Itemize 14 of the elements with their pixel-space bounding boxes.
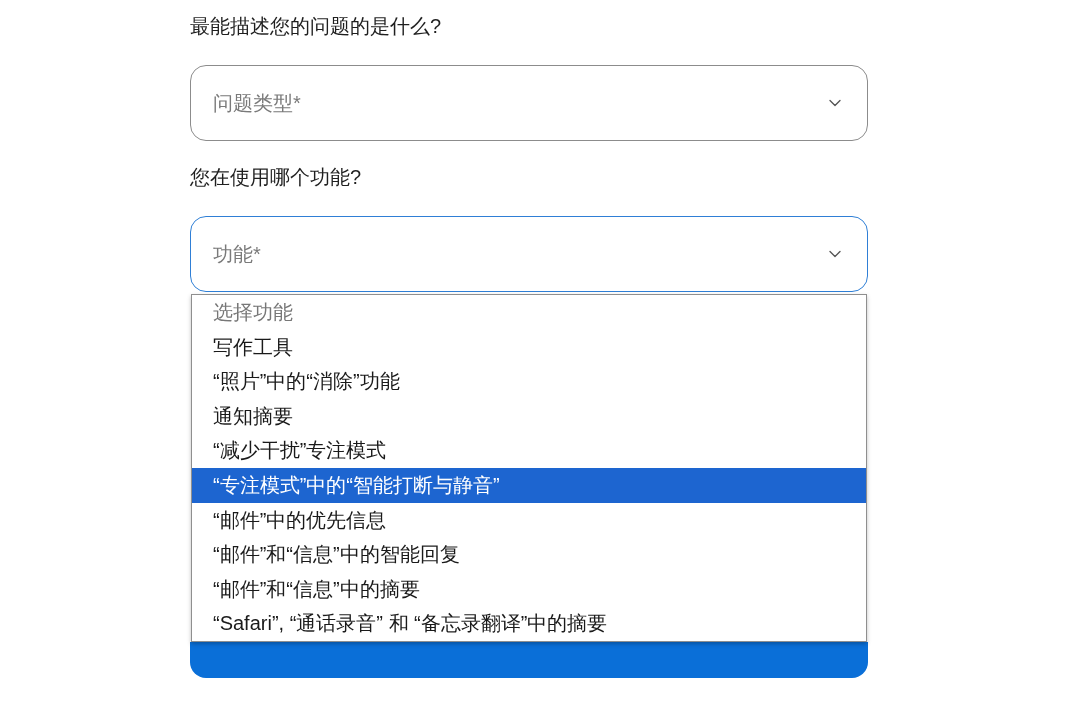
dropdown-option[interactable]: “邮件”和“信息”中的智能回复 (192, 537, 866, 572)
primary-button[interactable] (190, 642, 868, 678)
dropdown-option[interactable]: “专注模式”中的“智能打断与静音” (192, 467, 866, 503)
question-label: 您在使用哪个功能? (190, 165, 362, 190)
dropdown-option[interactable]: 通知摘要 (192, 398, 866, 434)
dropdown-option[interactable]: “邮件”中的优先信息 (192, 502, 866, 538)
dropdown-field[interactable]: 问题类型* (190, 65, 868, 141)
dropdown-option[interactable]: “Safari”, “通话录音” 和 “备忘录翻译”中的摘要 (192, 606, 866, 641)
question-label: 最能描述您的问题的是什么? (190, 14, 442, 39)
dropdown-field[interactable]: 功能* (190, 216, 868, 292)
dropdown-option[interactable]: “邮件”和“信息”中的摘要 (192, 571, 866, 607)
dropdown-option[interactable]: “照片”中的“消除”功能 (192, 364, 866, 399)
dropdown-option[interactable]: “减少干扰”专注模式 (192, 433, 866, 468)
dropdown-option[interactable]: 写作工具 (192, 329, 866, 365)
